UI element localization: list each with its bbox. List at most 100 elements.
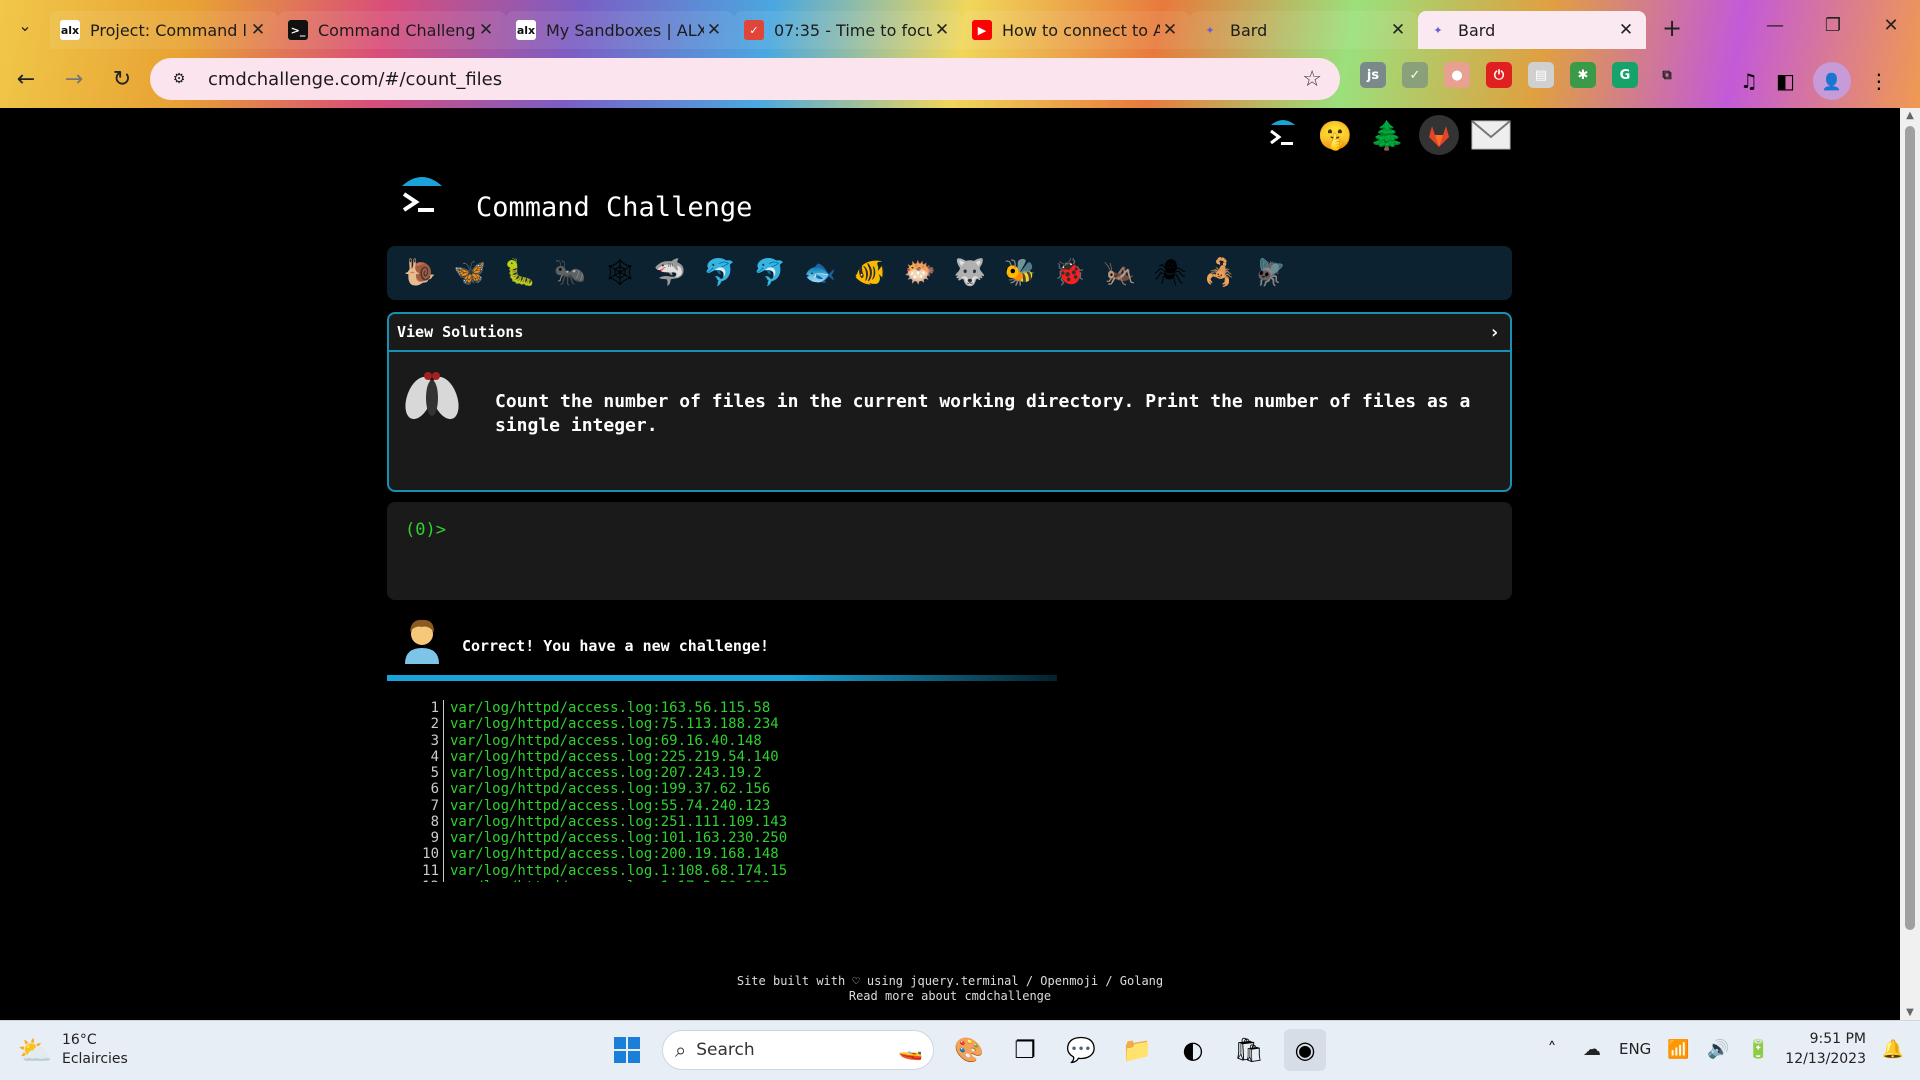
browser-tab[interactable]: >_ Command Challenge ✕	[278, 11, 506, 49]
browser-tab[interactable]: alx Project: Command lin ✕	[50, 11, 278, 49]
more-menu-icon[interactable]: ⋮	[1869, 69, 1889, 93]
url-text[interactable]: cmdchallenge.com/#/count_files	[208, 69, 502, 90]
scrollbar-thumb[interactable]	[1905, 126, 1915, 930]
weather-widget[interactable]: ⛅ 16°C Eclaircies	[18, 1031, 128, 1069]
media-control-icon[interactable]: ♫	[1740, 69, 1758, 93]
file-explorer-icon[interactable]: 📁	[1116, 1029, 1158, 1071]
challenge-icon[interactable]: 🪰	[1249, 252, 1291, 294]
edge-icon[interactable]: ◐	[1172, 1029, 1214, 1071]
close-tab-icon[interactable]: ✕	[932, 20, 952, 40]
record-ext-icon[interactable]: ●	[1444, 62, 1470, 88]
challenge-icon[interactable]: 🐬	[749, 252, 791, 294]
challenge-icon[interactable]: 🦋	[449, 252, 491, 294]
reload-icon[interactable]: ↻	[100, 57, 144, 101]
view-solutions-header[interactable]: View Solutions ›	[389, 314, 1510, 352]
close-tab-icon[interactable]: ✕	[248, 20, 268, 40]
volume-icon[interactable]: 🔊	[1705, 1039, 1731, 1060]
challenge-icon[interactable]: 🐛	[499, 252, 541, 294]
challenge-icon[interactable]: 🦗	[1099, 252, 1141, 294]
battery-icon[interactable]: 🔋	[1745, 1039, 1771, 1060]
doc-ext-icon[interactable]: ▤	[1528, 62, 1554, 88]
mail-icon[interactable]	[1470, 114, 1512, 156]
browser-tab[interactable]: ✓ 07:35 - Time to focus ✕	[734, 11, 962, 49]
tree-icon[interactable]: 🌲	[1366, 114, 1408, 156]
side-panel-icon[interactable]: ◧	[1776, 69, 1795, 93]
puzzle-ext-icon[interactable]: ⧉	[1654, 62, 1680, 88]
tab-list: alx Project: Command lin ✕ >_ Command Challe…	[50, 1, 1646, 49]
challenge-icon[interactable]: 🐌	[399, 252, 441, 294]
new-tab-button[interactable]: +	[1654, 10, 1690, 46]
weather-text: 16°C Eclaircies	[62, 1031, 128, 1069]
copilot-icon[interactable]: 🎨	[948, 1029, 990, 1071]
browser-tab[interactable]: ✦ Bard ✕	[1418, 11, 1646, 49]
task-view-icon[interactable]: ❐	[1004, 1029, 1046, 1071]
restore-icon[interactable]: ❐	[1804, 0, 1862, 50]
chrome-icon[interactable]: ◉	[1284, 1029, 1326, 1071]
notification-bell-icon[interactable]: 🔔	[1880, 1039, 1906, 1060]
challenge-icon[interactable]: 🐝	[999, 252, 1041, 294]
challenge-icon[interactable]: 🦈	[649, 252, 691, 294]
shushing-face-icon[interactable]: 🤫	[1314, 114, 1356, 156]
challenge-icon[interactable]: 🦂	[1199, 252, 1241, 294]
onedrive-icon[interactable]: ☁	[1579, 1039, 1605, 1060]
back-icon[interactable]: ←	[4, 57, 48, 101]
view-solutions-label[interactable]: View Solutions	[397, 323, 523, 341]
start-button[interactable]	[606, 1029, 648, 1071]
chevron-up-icon[interactable]: ˄	[1539, 1039, 1565, 1060]
challenge-icon[interactable]: 🐠	[849, 252, 891, 294]
bookmark-star-icon[interactable]: ☆	[1302, 67, 1322, 92]
js-ext-icon[interactable]: js	[1360, 62, 1386, 88]
scroll-down-icon[interactable]: ▼	[1900, 1007, 1920, 1018]
profile-avatar[interactable]: 👤	[1812, 62, 1851, 100]
challenge-icon[interactable]: 🐞	[1049, 252, 1091, 294]
result-message: Correct! You have a new challenge!	[462, 637, 770, 655]
close-tab-icon[interactable]: ✕	[1160, 20, 1180, 40]
minimize-icon[interactable]: —	[1746, 0, 1804, 50]
challenge-icon[interactable]: 🐟	[799, 252, 841, 294]
address-bar[interactable]: ⚙ cmdchallenge.com/#/count_files ☆	[150, 58, 1340, 100]
challenge-icon[interactable]: 🐺	[949, 252, 991, 294]
browser-tab[interactable]: ✦ Bard ✕	[1190, 11, 1418, 49]
clock[interactable]: 9:51 PM 12/13/2023	[1785, 1029, 1866, 1069]
wifi-icon[interactable]: 📶	[1665, 1039, 1691, 1060]
output-line: 11 var/log/httpd/access.log.1:108.68.174.…	[420, 862, 1120, 879]
taskbar-search[interactable]: ⌕ Search 🚤	[662, 1030, 934, 1070]
footer-about-link[interactable]: Read more about cmdchallenge	[0, 989, 1900, 1004]
browser-tab[interactable]: alx My Sandboxes | ALX ✕	[506, 11, 734, 49]
gitlab-icon[interactable]	[1418, 114, 1460, 156]
partly-sunny-icon: ⛅	[17, 1033, 53, 1067]
terminal-input[interactable]: (0)>	[387, 502, 1512, 600]
language-indicator[interactable]: ENG	[1619, 1040, 1651, 1058]
color-ext-icon[interactable]: ✱	[1570, 62, 1596, 88]
line-text: var/log/httpd/access.log:69.16.40.148	[450, 732, 762, 749]
store-icon[interactable]: 🛍	[1228, 1029, 1270, 1071]
challenge-icon[interactable]: 🐬	[699, 252, 741, 294]
line-number: 9	[420, 830, 444, 847]
close-window-icon[interactable]: ✕	[1862, 0, 1920, 50]
power-ext-icon[interactable]: ⏻	[1486, 62, 1512, 88]
chevron-right-icon[interactable]: ›	[1489, 322, 1500, 343]
teams-chat-icon[interactable]: 💬	[1060, 1029, 1102, 1071]
page-scrollbar[interactable]: ▲ ▼	[1900, 108, 1920, 1020]
challenge-icon[interactable]: 🐜	[549, 252, 591, 294]
challenge-description: Count the number of files in the current…	[495, 391, 1471, 436]
browser-tab[interactable]: ▶ How to connect to A ✕	[962, 11, 1190, 49]
challenge-icon[interactable]: 🕷	[1149, 252, 1191, 294]
line-number: 12	[420, 878, 444, 882]
site-logo[interactable]	[396, 172, 452, 228]
grammarly-ext-icon[interactable]: G	[1612, 62, 1638, 88]
close-tab-icon[interactable]: ✕	[1388, 20, 1408, 40]
close-tab-icon[interactable]: ✕	[704, 20, 724, 40]
challenge-icon[interactable]: 🐡	[899, 252, 941, 294]
close-tab-icon[interactable]: ✕	[1616, 20, 1636, 40]
challenge-icon[interactable]: 🕸	[599, 252, 641, 294]
site-info-icon[interactable]: ⚙	[168, 68, 190, 90]
line-text: var/log/httpd/access.log:55.74.240.123	[450, 797, 771, 814]
check-ext-icon[interactable]: ✓	[1402, 62, 1428, 88]
terminal-icon[interactable]	[1262, 114, 1304, 156]
forward-icon[interactable]: →	[52, 57, 96, 101]
tab-search-menu-icon[interactable]: ⌄	[0, 0, 50, 50]
scroll-up-icon[interactable]: ▲	[1900, 110, 1920, 121]
terminal-prompt: (0)>	[405, 520, 446, 540]
close-tab-icon[interactable]: ✕	[476, 20, 496, 40]
